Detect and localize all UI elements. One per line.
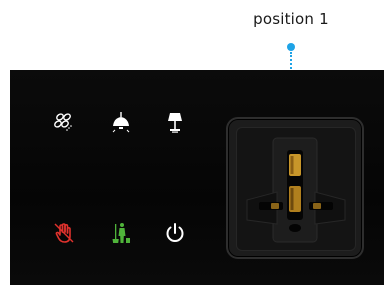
- fan-button[interactable]: [50, 108, 78, 136]
- callout-dot: [287, 43, 295, 51]
- switch-panel-illustration: position 1: [0, 0, 384, 285]
- position-label: position 1: [253, 10, 329, 28]
- table-lamp-button[interactable]: [161, 108, 189, 136]
- power-icon: [166, 223, 184, 242]
- fan-icon: [54, 113, 72, 131]
- make-up-room-button[interactable]: [107, 219, 135, 247]
- ceiling-lamp-icon: [112, 112, 130, 133]
- universal-socket-icon: [246, 137, 346, 243]
- socket-face: [236, 127, 356, 251]
- ceiling-lamp-button[interactable]: [107, 108, 135, 136]
- universal-socket[interactable]: [226, 117, 364, 259]
- do-not-disturb-button[interactable]: [50, 219, 78, 247]
- power-button[interactable]: [161, 219, 189, 247]
- make-up-room-icon: [112, 223, 130, 243]
- table-lamp-icon: [168, 113, 182, 133]
- do-not-disturb-hand-icon: [54, 223, 74, 243]
